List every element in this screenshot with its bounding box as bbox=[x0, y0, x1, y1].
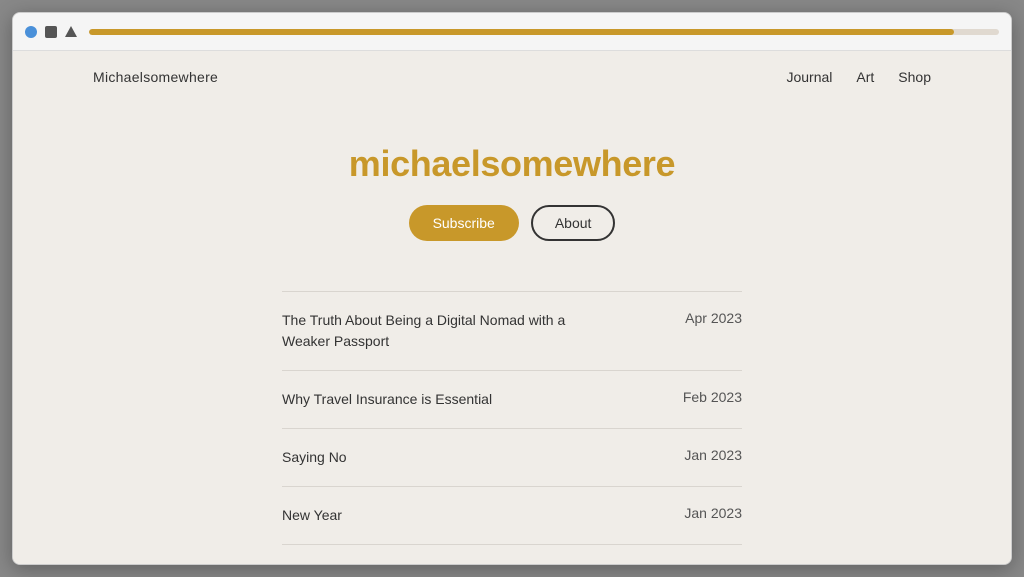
article-date: Feb 2023 bbox=[683, 389, 742, 405]
article-title: New Year bbox=[282, 505, 342, 526]
progress-fill bbox=[89, 29, 954, 35]
dot-triangle-icon bbox=[65, 26, 77, 37]
articles-list: The Truth About Being a Digital Nomad wi… bbox=[262, 291, 762, 545]
browser-toolbar bbox=[13, 13, 1011, 51]
article-title: The Truth About Being a Digital Nomad wi… bbox=[282, 310, 582, 352]
nav-brand: Michaelsomewhere bbox=[93, 69, 218, 85]
hero-buttons: Subscribe About bbox=[409, 205, 616, 241]
article-row[interactable]: The Truth About Being a Digital Nomad wi… bbox=[282, 291, 742, 371]
article-date: Apr 2023 bbox=[685, 310, 742, 326]
progress-bar bbox=[89, 29, 999, 35]
article-title: Why Travel Insurance is Essential bbox=[282, 389, 492, 410]
subscribe-button[interactable]: Subscribe bbox=[409, 205, 519, 241]
about-button[interactable]: About bbox=[531, 205, 616, 241]
article-title: Saying No bbox=[282, 447, 347, 468]
hero-section: michaelsomewhere Subscribe About bbox=[13, 103, 1011, 261]
nav-link-journal[interactable]: Journal bbox=[786, 69, 832, 85]
article-row[interactable]: Why Travel Insurance is Essential Feb 20… bbox=[282, 371, 742, 429]
article-date: Jan 2023 bbox=[684, 447, 742, 463]
dot-blue-icon bbox=[25, 26, 37, 38]
article-row[interactable]: Saying No Jan 2023 bbox=[282, 429, 742, 487]
browser-content: Michaelsomewhere Journal Art Shop michae… bbox=[13, 51, 1011, 564]
dot-square-icon bbox=[45, 26, 57, 38]
navbar: Michaelsomewhere Journal Art Shop bbox=[13, 51, 1011, 103]
nav-link-shop[interactable]: Shop bbox=[898, 69, 931, 85]
browser-window: Michaelsomewhere Journal Art Shop michae… bbox=[12, 12, 1012, 565]
article-row[interactable]: New Year Jan 2023 bbox=[282, 487, 742, 545]
hero-title: michaelsomewhere bbox=[349, 143, 675, 185]
article-date: Jan 2023 bbox=[684, 505, 742, 521]
nav-link-art[interactable]: Art bbox=[856, 69, 874, 85]
nav-links: Journal Art Shop bbox=[786, 69, 931, 85]
